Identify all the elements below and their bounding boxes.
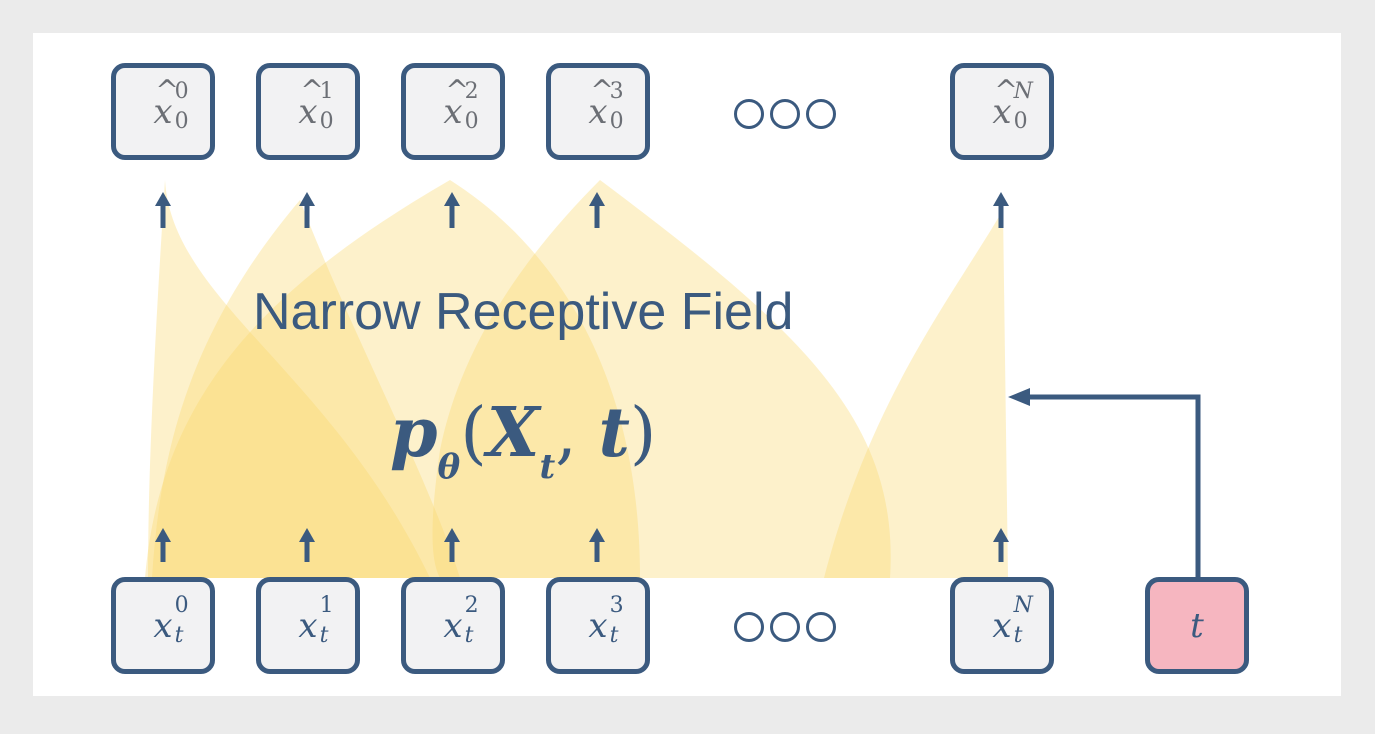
model-formula: pθ(Xt, t) [390, 393, 656, 487]
formula-func-sub: θ [437, 447, 461, 487]
input-node-3: x3t [546, 577, 650, 674]
ellipsis-circle-icon [770, 612, 800, 642]
arrowhead-out-1 [299, 192, 315, 206]
time-arrowhead [1008, 388, 1030, 406]
input-node-0: x0t [111, 577, 215, 674]
output-node-n: ^ x N 0 [950, 63, 1054, 160]
formula-open: ( [460, 394, 487, 473]
formula-arg1-sub: t [539, 447, 556, 487]
formula-arg1: X [486, 393, 540, 473]
input-node-2: x2t [401, 577, 505, 674]
arrowhead-out-0 [155, 192, 171, 206]
ellipsis-circle-icon [734, 99, 764, 129]
ellipsis-circle-icon [806, 612, 836, 642]
input-node-n: xNt [950, 577, 1054, 674]
formula-func: p [390, 393, 438, 473]
time-input-label: t [1190, 605, 1204, 646]
time-connector [1026, 394, 1201, 580]
arrowhead-out-n [993, 192, 1009, 206]
output-node-0: ^ x 0 0 [111, 63, 215, 160]
formula-arg2: t [598, 393, 630, 473]
receptive-cone-n [824, 210, 1008, 578]
ellipsis-circle-icon [734, 612, 764, 642]
formula-close: ) [629, 394, 657, 473]
input-ellipsis [734, 612, 836, 642]
input-node-1: x1t [256, 577, 360, 674]
receptive-field-caption: Narrow Receptive Field [253, 283, 794, 341]
output-ellipsis [734, 99, 836, 129]
formula-sep: , [555, 394, 599, 473]
output-node-2: ^ x 2 0 [401, 63, 505, 160]
ellipsis-circle-icon [806, 99, 836, 129]
time-input-node: t [1145, 577, 1249, 674]
ellipsis-circle-icon [770, 99, 800, 129]
output-node-3: ^ x 3 0 [546, 63, 650, 160]
output-node-1: ^ x 1 0 [256, 63, 360, 160]
